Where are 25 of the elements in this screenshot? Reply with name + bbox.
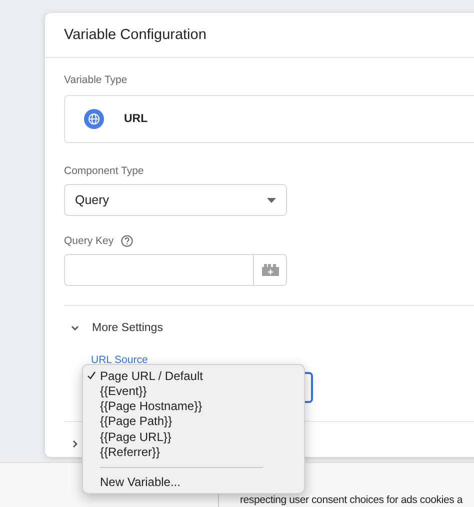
menu-item[interactable]: {{Page URL}} [100, 430, 172, 444]
dialog-title: Variable Configuration [63, 26, 208, 45]
variable-type-card[interactable]: URL [64, 95, 474, 143]
menu-item[interactable]: {{Referrer}} [100, 445, 160, 460]
query-key-field[interactable] [64, 254, 254, 286]
brick-plus-icon [262, 264, 278, 276]
insert-variable-button[interactable] [254, 254, 287, 286]
component-type-select[interactable]: Query [64, 184, 287, 216]
field-label: Query Key [64, 235, 114, 247]
background-text: respecting user consent choices for ads cookies a [240, 494, 462, 506]
field-label: Variable Type [64, 74, 128, 86]
globe-icon [84, 109, 104, 129]
variable-type-name: URL [124, 113, 148, 125]
dropdown-arrow-icon [267, 198, 276, 202]
chevron-icon[interactable] [70, 439, 80, 449]
section-toggle[interactable]: More Settings [92, 322, 163, 334]
menu-item[interactable]: {{Page Path}} [100, 414, 172, 428]
menu-item[interactable]: New Variable... [100, 475, 180, 490]
help-icon[interactable] [120, 235, 133, 247]
menu-item[interactable]: {{Page Hostname}} [100, 399, 202, 414]
menu-item[interactable]: Page URL / Default [100, 368, 203, 383]
field-label: Component Type [64, 165, 145, 177]
menu-item[interactable]: {{Event}} [100, 384, 147, 398]
field-label: URL Source [91, 354, 148, 366]
chevron-icon[interactable] [70, 323, 80, 333]
